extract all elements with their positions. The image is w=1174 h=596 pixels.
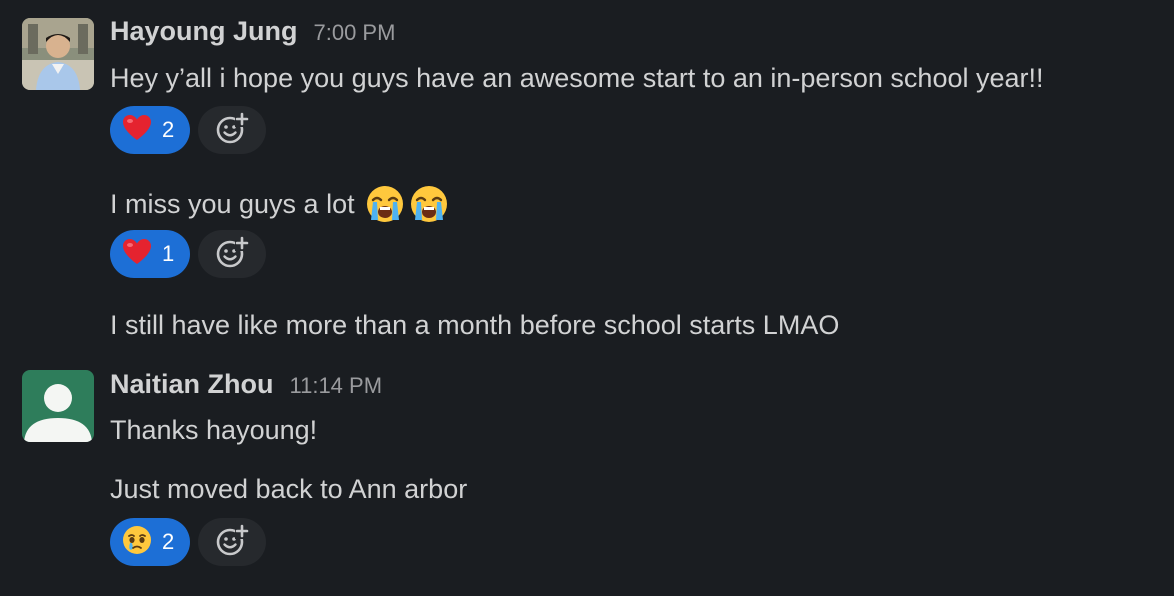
add-reaction-button[interactable] — [198, 230, 266, 278]
message-header: Naitian Zhou 11:14 PM — [110, 369, 382, 400]
reaction-pill[interactable]: 2 — [110, 518, 190, 566]
reaction-bar: 2 — [110, 518, 266, 566]
heart-emoji-icon — [122, 114, 152, 147]
loudly-crying-face-icon — [409, 184, 449, 224]
message-text: I still have like more than a month befo… — [110, 308, 839, 342]
reaction-pill[interactable]: 2 — [110, 106, 190, 154]
author-name[interactable]: Hayoung Jung — [110, 16, 298, 47]
message-body: I still have like more than a month befo… — [110, 310, 840, 340]
message-text: Just moved back to Ann arbor — [110, 472, 467, 506]
message-text: Hey y’all i hope you guys have an awesom… — [110, 61, 1044, 95]
message-body: I miss you guys a lot — [110, 189, 355, 219]
face-holding-back-tears-icon — [122, 525, 152, 560]
message-text: I miss you guys a lot — [110, 184, 449, 224]
loudly-crying-face-icon — [365, 184, 405, 224]
add-reaction-button[interactable] — [198, 106, 266, 154]
message-header: Hayoung Jung 7:00 PM — [110, 16, 395, 47]
timestamp[interactable]: 11:14 PM — [290, 373, 383, 399]
message-body: Hey y’all i hope you guys have an awesom… — [110, 63, 1044, 93]
reaction-bar: 1 — [110, 230, 266, 278]
reaction-count: 2 — [162, 117, 175, 142]
avatar[interactable] — [22, 370, 94, 442]
avatar[interactable] — [22, 18, 94, 90]
timestamp[interactable]: 7:00 PM — [314, 20, 396, 46]
author-name[interactable]: Naitian Zhou — [110, 369, 274, 400]
add-emoji-icon — [215, 111, 249, 150]
heart-emoji-icon — [122, 238, 152, 271]
reaction-count: 2 — [162, 529, 175, 554]
message-body: Thanks hayoung! — [110, 415, 318, 445]
message-text: Thanks hayoung! — [110, 413, 317, 447]
reaction-count: 1 — [162, 241, 175, 266]
add-emoji-icon — [215, 235, 249, 274]
reaction-bar: 2 — [110, 106, 266, 154]
add-emoji-icon — [215, 523, 249, 562]
reaction-pill[interactable]: 1 — [110, 230, 190, 278]
add-reaction-button[interactable] — [198, 518, 266, 566]
message-body: Just moved back to Ann arbor — [110, 474, 468, 504]
